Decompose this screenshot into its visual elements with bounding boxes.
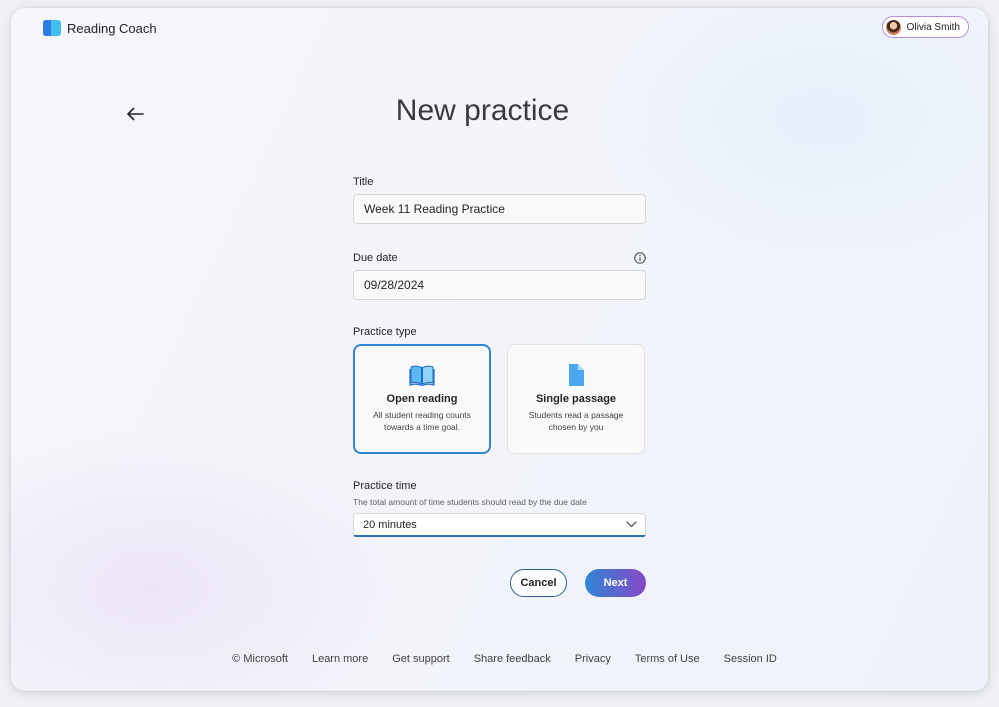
footer: © Microsoft Learn more Get support Share… bbox=[11, 653, 988, 665]
page-title: New practice bbox=[395, 94, 570, 127]
practice-type-label: Practice type bbox=[353, 326, 417, 338]
chevron-down-icon bbox=[626, 521, 637, 528]
due-date-input[interactable]: 09/28/2024 bbox=[353, 270, 646, 300]
app-window: Reading Coach Olivia Smith New practice … bbox=[11, 8, 988, 691]
title-label: Title bbox=[353, 176, 374, 188]
document-icon bbox=[569, 364, 584, 386]
open-reading-description: All student reading counts towards a tim… bbox=[373, 410, 471, 432]
user-name: Olivia Smith bbox=[906, 21, 960, 33]
due-date-label: Due date bbox=[353, 252, 398, 264]
due-date-value: 09/28/2024 bbox=[364, 278, 425, 292]
footer-link-session-id[interactable]: Session ID bbox=[724, 653, 777, 665]
open-reading-title: Open reading bbox=[386, 393, 458, 405]
footer-link-privacy[interactable]: Privacy bbox=[575, 653, 611, 665]
single-passage-description: Students read a passage chosen by you bbox=[528, 410, 624, 432]
footer-link-share-feedback[interactable]: Share feedback bbox=[474, 653, 551, 665]
footer-link-learn-more[interactable]: Learn more bbox=[312, 653, 368, 665]
app-brand[interactable]: Reading Coach bbox=[43, 20, 157, 36]
avatar bbox=[884, 18, 902, 36]
practice-time-label: Practice time bbox=[353, 480, 417, 492]
footer-copyright: © Microsoft bbox=[232, 653, 288, 665]
practice-time-value: 20 minutes bbox=[363, 518, 417, 531]
practice-type-options: Open reading All student reading counts … bbox=[353, 344, 646, 454]
cancel-button[interactable]: Cancel bbox=[510, 569, 567, 597]
next-button[interactable]: Next bbox=[585, 569, 646, 597]
practice-time-hint: The total amount of time students should… bbox=[353, 497, 587, 507]
single-passage-title: Single passage bbox=[535, 393, 617, 405]
title-input-value: Week 11 Reading Practice bbox=[364, 202, 505, 216]
title-input[interactable]: Week 11 Reading Practice bbox=[353, 194, 646, 224]
info-icon[interactable] bbox=[634, 252, 646, 264]
app-name: Reading Coach bbox=[67, 20, 157, 36]
user-account-button[interactable]: Olivia Smith bbox=[881, 16, 969, 38]
practice-type-open-reading[interactable]: Open reading All student reading counts … bbox=[353, 344, 491, 454]
open-book-icon bbox=[409, 365, 435, 387]
form-actions: Cancel Next bbox=[510, 569, 646, 597]
footer-link-terms-of-use[interactable]: Terms of Use bbox=[635, 653, 700, 665]
practice-time-select[interactable]: 20 minutes bbox=[353, 513, 646, 537]
practice-form: Title Week 11 Reading Practice Due date … bbox=[353, 176, 646, 537]
reading-coach-logo-icon bbox=[43, 20, 61, 36]
practice-type-single-passage[interactable]: Single passage Students read a passage c… bbox=[507, 344, 645, 454]
footer-link-get-support[interactable]: Get support bbox=[392, 653, 449, 665]
